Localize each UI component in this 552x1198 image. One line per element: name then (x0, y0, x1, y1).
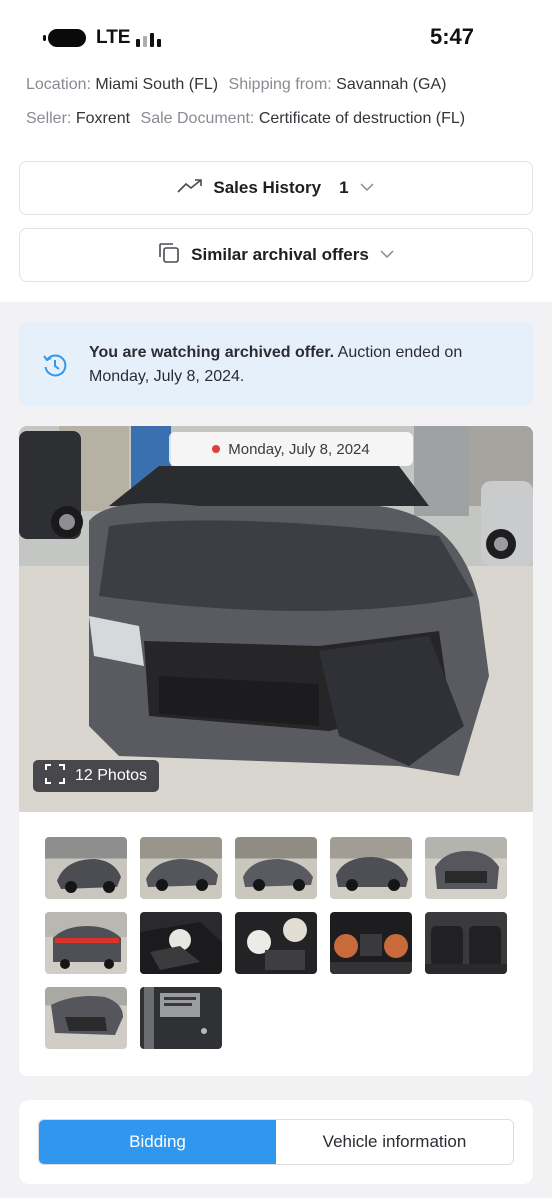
signal-strength-icon (136, 31, 166, 47)
sales-history-count: 1 (339, 178, 349, 197)
thumbnail-3[interactable] (235, 837, 317, 899)
similar-offers-toggle[interactable]: Similar archival offers (19, 228, 533, 282)
thumbnail-2[interactable] (140, 837, 222, 899)
main-content: You are watching archived offer. Auction… (0, 302, 552, 1088)
seller-value: Foxrent (75, 110, 131, 127)
thumbnail-7[interactable] (140, 912, 222, 974)
chevron-down-icon (359, 179, 375, 197)
thumbnail-8[interactable] (235, 912, 317, 974)
sales-history-title: Sales History (213, 178, 322, 197)
notice-bold-text: You are watching archived offer. (89, 344, 335, 361)
trending-up-icon (177, 178, 203, 199)
copy-icon (157, 241, 181, 270)
chevron-down-icon (379, 246, 395, 264)
archived-offer-notice: You are watching archived offer. Auction… (19, 321, 533, 407)
shipping-value: Savannah (GA) (336, 76, 447, 93)
lot-info-panel: Location: Miami South (FL) Shipping from… (0, 70, 552, 302)
thumbnail-10[interactable] (425, 912, 507, 974)
similar-offers-title: Similar archival offers (191, 245, 369, 264)
photo-gallery: Monday, July 8, 2024 12 Photos (19, 426, 533, 1076)
sale-document-value: Certificate of destruction (FL) (258, 110, 466, 127)
clock: 5:47 (429, 24, 474, 49)
thumbnail-11[interactable] (45, 987, 127, 1049)
sales-history-toggle[interactable]: Sales History 1 (19, 161, 533, 215)
photos-count-label: 12 Photos (75, 767, 148, 784)
sale-document-label: Sale Document: (140, 110, 255, 127)
expand-icon (45, 763, 65, 789)
history-icon (41, 351, 69, 384)
thumbnail-9[interactable] (330, 912, 412, 974)
photos-count-button[interactable]: 12 Photos (33, 760, 160, 792)
thumbnail-12[interactable] (140, 987, 222, 1049)
auction-date-pill: Monday, July 8, 2024 (169, 432, 413, 466)
seller-label: Seller: (26, 110, 72, 127)
location-row: Location: Miami South (FL) Shipping from… (26, 76, 446, 94)
shipping-label: Shipping from: (228, 76, 332, 93)
main-photo[interactable]: Monday, July 8, 2024 12 Photos (19, 426, 533, 812)
notice-text: You are watching archived offer. Auction… (89, 341, 509, 389)
thumbnail-4[interactable] (330, 837, 412, 899)
status-bar: LTE 5:47 (0, 0, 552, 70)
thumbnail-5[interactable] (425, 837, 507, 899)
segmented-tabs: Bidding Vehicle information (38, 1119, 514, 1165)
thumbnail-1[interactable] (45, 837, 127, 899)
thumbnail-6[interactable] (45, 912, 127, 974)
bottom-tabs-panel: Bidding Vehicle information (19, 1100, 533, 1184)
seller-row: Seller: Foxrent Sale Document: Certifica… (26, 110, 465, 128)
live-dot-icon (212, 445, 221, 453)
damaged-car-photo (19, 426, 533, 812)
tab-bidding[interactable]: Bidding (39, 1120, 276, 1164)
auction-date: Monday, July 8, 2024 (228, 440, 370, 458)
battery-icon (43, 29, 86, 47)
location-label: Location: (26, 76, 91, 93)
tab-vehicle-information[interactable]: Vehicle information (276, 1120, 513, 1164)
network-type: LTE (96, 27, 131, 48)
location-value: Miami South (FL) (95, 76, 219, 93)
